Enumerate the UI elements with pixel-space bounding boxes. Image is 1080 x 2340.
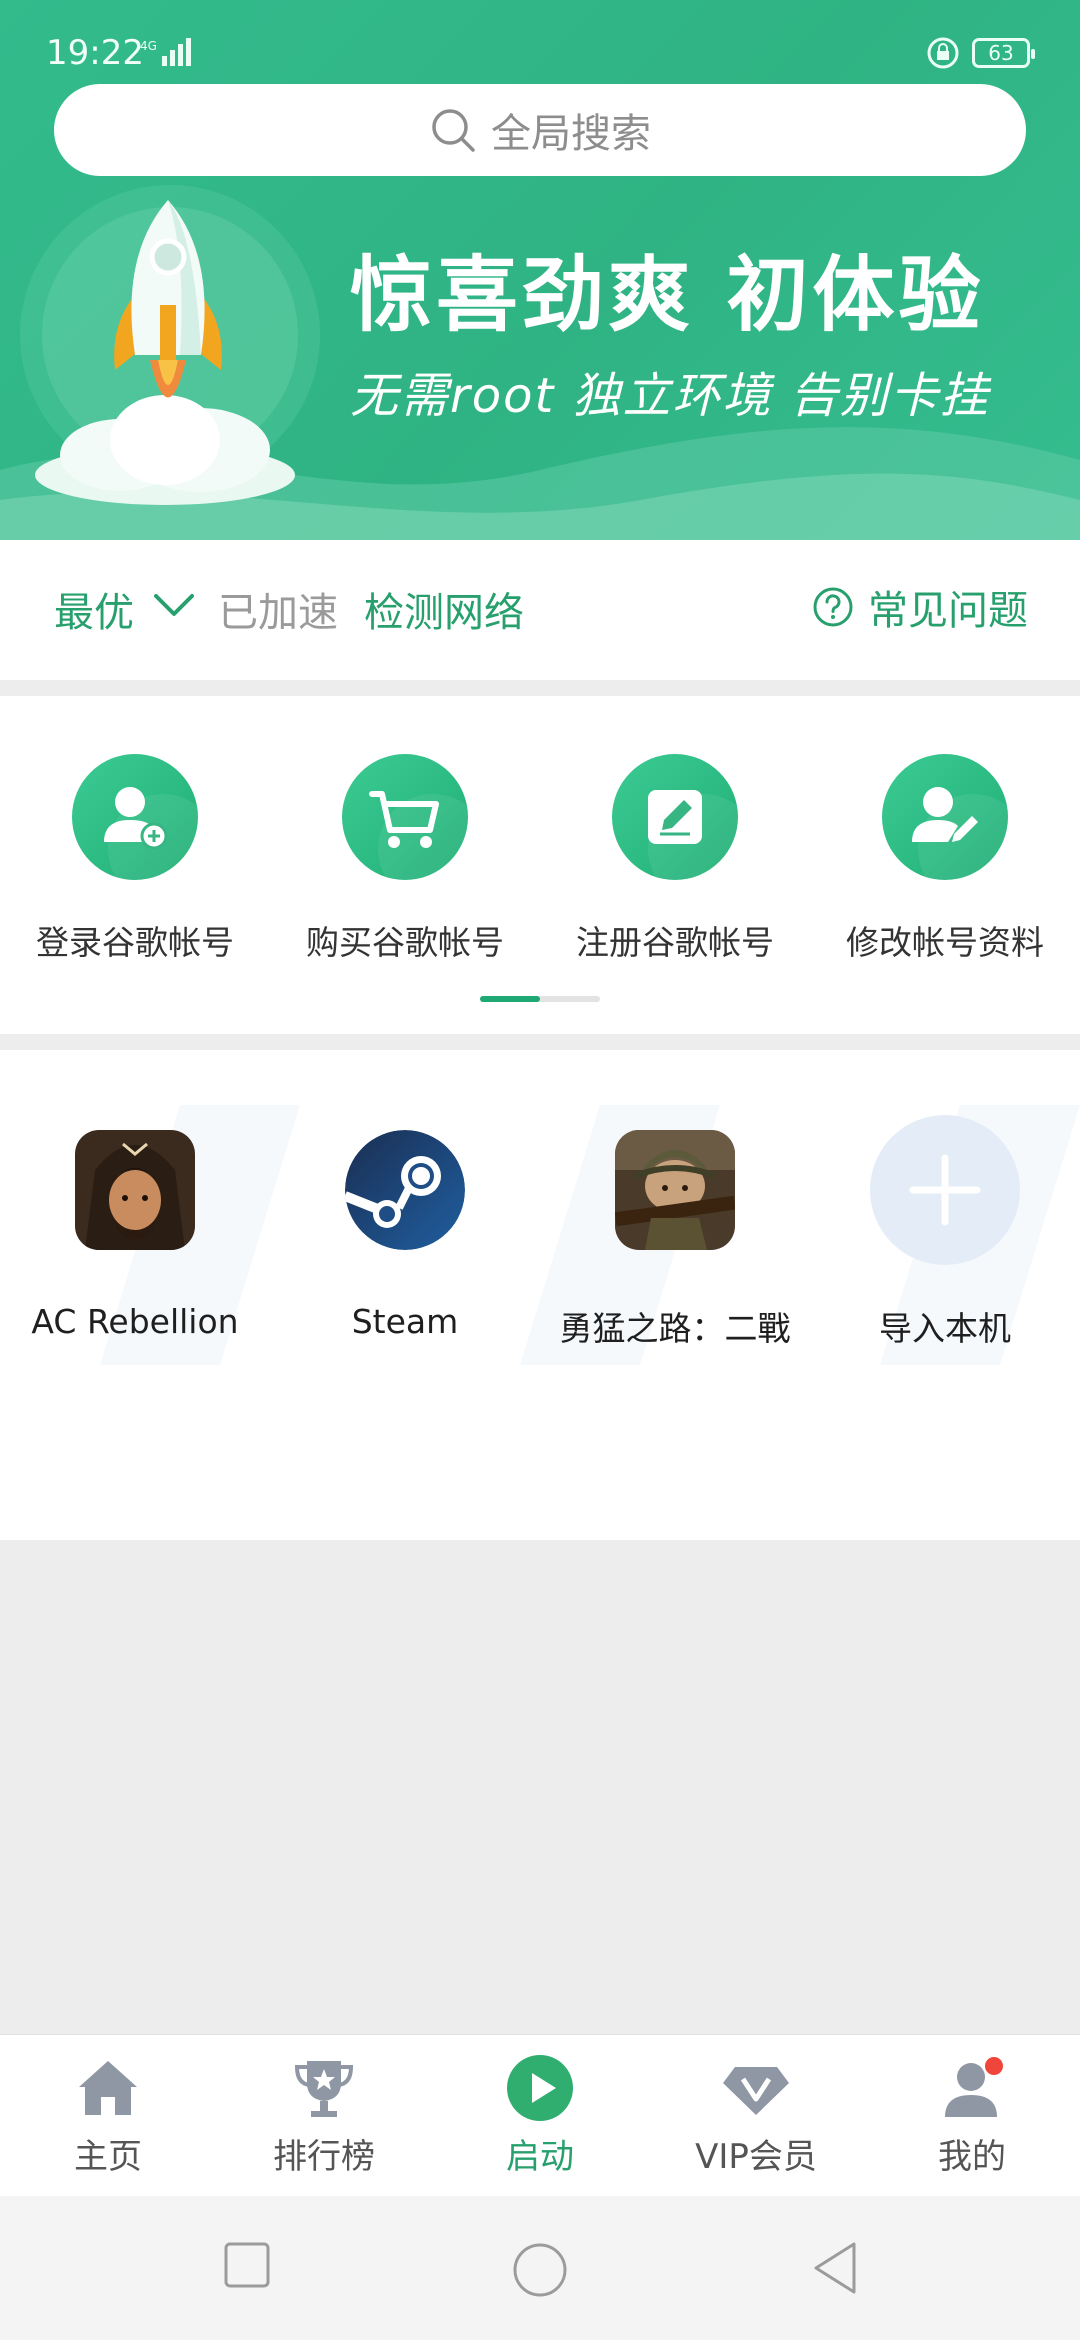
app-steam[interactable]: Steam (270, 1130, 540, 1341)
chevron-down-icon[interactable] (152, 592, 196, 618)
profile-icon (937, 2053, 1007, 2123)
help-icon (813, 587, 853, 627)
ac-rebellion-icon (75, 1130, 195, 1250)
search-icon (432, 109, 475, 152)
banner-subtitle: 无需root 独立环境 告别卡挂 (350, 368, 990, 424)
edit-account-info-button[interactable]: 修改帐号资料 (810, 754, 1080, 964)
trophy-icon (289, 2053, 359, 2123)
faq-label: 常见问题 (868, 588, 1028, 634)
plus-icon (870, 1115, 1020, 1265)
page-indicator-active (480, 996, 540, 1002)
steam-icon (345, 1130, 465, 1250)
app-label: Steam (351, 1302, 459, 1341)
user-add-icon (104, 787, 168, 850)
faq-link[interactable]: 常见问题 (812, 578, 1028, 636)
bottom-navigation: 主页 排行榜 启动 VIP会员 我的 (0, 2034, 1080, 2196)
battery-indicator: 63 (972, 38, 1035, 68)
search-placeholder: 全局搜索 (491, 111, 651, 157)
app-ac-rebellion[interactable]: AC Rebellion (0, 1130, 270, 1341)
nav-launch[interactable]: 启动 (432, 2053, 648, 2178)
home-circle-icon[interactable] (510, 2240, 570, 2300)
notification-badge (983, 2055, 1005, 2077)
action-label: 修改帐号资料 (846, 923, 1044, 962)
nav-ranking[interactable]: 排行榜 (216, 2053, 432, 2178)
app-label: 勇猛之路：二戰 (559, 1309, 791, 1348)
nav-vip[interactable]: VIP会员 (648, 2053, 864, 2178)
nav-label: 排行榜 (273, 2137, 375, 2177)
hero-banner: 19:22 4G 63 全局搜索 惊喜劲爽 初体验 无需root 独立环境 告别… (0, 0, 1080, 540)
nav-profile[interactable]: 我的 (864, 2053, 1080, 2178)
installed-apps: AC Rebellion Steam 勇猛之路：二戰 导入本机 (0, 1050, 1080, 1540)
nav-label: 主页 (74, 2137, 142, 2177)
rotation-lock-icon (927, 37, 959, 69)
register-google-account-button[interactable]: 注册谷歌帐号 (540, 754, 810, 964)
home-icon (73, 2053, 143, 2123)
action-icon-bg (612, 754, 738, 880)
network-type: 4G (140, 39, 157, 53)
nav-home[interactable]: 主页 (0, 2053, 216, 2178)
signal-4g-icon: 4G (140, 38, 191, 66)
login-google-account-button[interactable]: 登录谷歌帐号 (0, 754, 270, 964)
account-actions: 登录谷歌帐号 购买谷歌帐号 注册谷歌帐号 修改帐号资料 (0, 696, 1080, 1034)
acceleration-status: 已加速 (218, 590, 338, 636)
status-time: 19:22 (46, 33, 144, 73)
action-label: 注册谷歌帐号 (576, 923, 774, 962)
network-bar: 最优 已加速 检测网络 常见问题 (0, 540, 1080, 680)
rocket-illustration (35, 200, 295, 505)
app-label: 导入本机 (879, 1309, 1011, 1348)
app-label: AC Rebellion (31, 1302, 239, 1341)
recent-apps-icon[interactable] (222, 2240, 272, 2290)
soldier-game-icon (615, 1130, 735, 1250)
banner-title: 惊喜劲爽 初体验 (350, 248, 985, 343)
app-road-to-valor[interactable]: 勇猛之路：二戰 (540, 1130, 810, 1350)
user-edit-icon (912, 787, 978, 842)
network-mode-select[interactable]: 最优 (54, 580, 134, 638)
action-icon-bg (882, 754, 1008, 880)
check-network-link[interactable]: 检测网络 (364, 580, 524, 638)
nav-label: 启动 (506, 2137, 574, 2177)
system-navigation-bar (0, 2196, 1080, 2340)
action-icon-bg (342, 754, 468, 880)
nav-label: VIP会员 (695, 2137, 817, 2177)
vip-diamond-icon (721, 2053, 791, 2123)
action-label: 登录谷歌帐号 (36, 923, 234, 962)
back-triangle-icon[interactable] (810, 2240, 860, 2296)
nav-label: 我的 (938, 2137, 1006, 2177)
action-label: 购买谷歌帐号 (306, 923, 504, 962)
page-indicator (480, 996, 600, 1002)
search-bar[interactable]: 全局搜索 (54, 84, 1026, 176)
import-local-app-button[interactable]: 导入本机 (810, 1115, 1080, 1350)
action-icon-bg (72, 754, 198, 880)
edit-note-icon (648, 790, 702, 844)
buy-google-account-button[interactable]: 购买谷歌帐号 (270, 754, 540, 964)
play-icon (505, 2053, 575, 2123)
cart-icon (369, 791, 439, 848)
